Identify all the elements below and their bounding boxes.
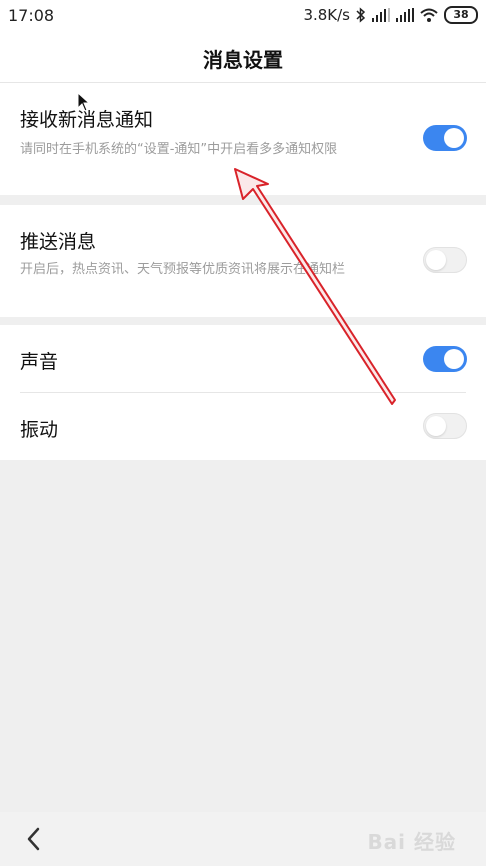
push-message-section: 推送消息 开启后，热点资讯、天气预报等优质资讯将展示在通知栏 xyxy=(0,205,486,317)
signal-icon xyxy=(372,8,390,22)
mouse-cursor-icon xyxy=(77,91,91,116)
bottom-bar: Bai 经验 xyxy=(0,812,486,866)
toggle-knob xyxy=(426,416,446,436)
receive-notification-section: 接收新消息通知 请同时在手机系统的“设置-通知”中开启看多多通知权限 xyxy=(0,83,486,195)
wifi-icon xyxy=(420,8,438,22)
status-icons: 3.8K/s 38 xyxy=(303,6,478,24)
page-title: 消息设置 xyxy=(203,48,283,72)
vibrate-title: 振动 xyxy=(20,419,59,441)
sound-toggle[interactable] xyxy=(423,346,467,372)
chevron-left-icon xyxy=(27,827,40,851)
sound-title: 声音 xyxy=(20,351,59,373)
receive-notification-toggle[interactable] xyxy=(423,125,467,151)
toggle-knob xyxy=(426,250,446,270)
vibrate-toggle[interactable] xyxy=(423,413,467,439)
toggle-knob xyxy=(444,128,464,148)
header: 消息设置 xyxy=(0,32,486,83)
divider xyxy=(20,392,466,393)
push-message-title: 推送消息 xyxy=(20,231,97,253)
push-message-toggle[interactable] xyxy=(423,247,467,273)
status-bar: 17:08 3.8K/s 38 xyxy=(0,0,486,32)
bluetooth-icon xyxy=(356,7,366,23)
network-speed: 3.8K/s xyxy=(303,6,350,24)
toggle-knob xyxy=(444,349,464,369)
receive-notification-desc: 请同时在手机系统的“设置-通知”中开启看多多通知权限 xyxy=(20,142,338,157)
push-message-desc: 开启后，热点资讯、天气预报等优质资讯将展示在通知栏 xyxy=(20,262,346,277)
signal-icon-2 xyxy=(396,8,414,22)
back-button[interactable] xyxy=(22,824,48,854)
sound-vibrate-section: 声音 振动 xyxy=(0,325,486,460)
watermark: Bai 经验 xyxy=(367,830,456,854)
status-time: 17:08 xyxy=(8,6,55,25)
battery-indicator: 38 xyxy=(444,6,478,24)
